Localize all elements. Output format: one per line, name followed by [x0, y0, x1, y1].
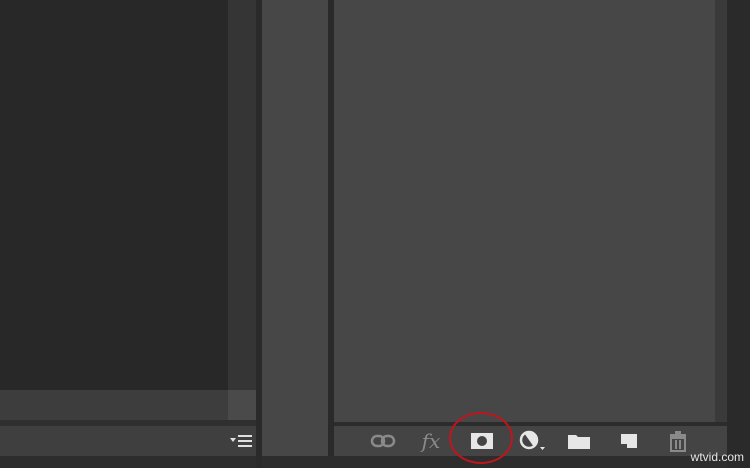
- delete-layer-button[interactable]: [663, 426, 693, 456]
- left-panel-scroll-area: [0, 390, 228, 420]
- new-adjustment-layer-button[interactable]: [517, 426, 547, 456]
- link-icon: [370, 434, 396, 448]
- watermark: wtvid.com: [690, 450, 744, 464]
- new-group-button[interactable]: [564, 426, 594, 456]
- left-panel-footer: [0, 426, 256, 456]
- link-layers-button[interactable]: [368, 426, 398, 456]
- panel-menu-button[interactable]: [226, 432, 256, 450]
- layers-scrollbar-track[interactable]: [715, 0, 727, 422]
- left-panel-corner: [228, 390, 256, 420]
- adjustment-icon: [519, 430, 545, 450]
- layer-style-button[interactable]: fx: [416, 426, 446, 456]
- left-panel-base: [0, 456, 256, 468]
- new-layer-button[interactable]: [614, 426, 644, 456]
- panel-menu-icon: [230, 435, 252, 447]
- highlight-circle: [449, 412, 513, 464]
- collapsed-panel-strip: [262, 0, 328, 468]
- layers-list: [334, 0, 715, 422]
- trash-icon: [670, 431, 686, 452]
- left-canvas-area: [0, 0, 228, 390]
- layers-toolbar: fx: [334, 426, 727, 456]
- fx-icon: fx: [421, 429, 441, 453]
- folder-icon: [568, 435, 590, 449]
- window-edge: [727, 0, 750, 468]
- left-panel-edge: [228, 0, 256, 390]
- new-layer-icon: [621, 434, 637, 448]
